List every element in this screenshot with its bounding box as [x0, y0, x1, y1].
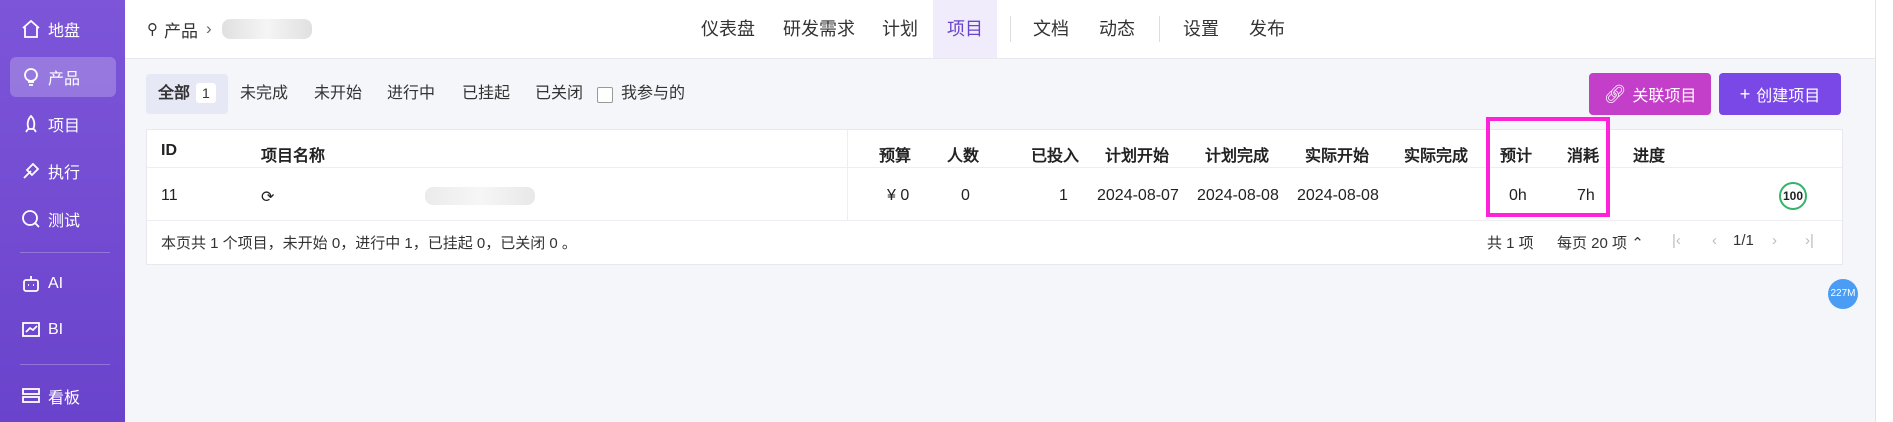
prev-page-icon[interactable]: ‹: [1712, 232, 1717, 249]
nav-divider: [1159, 16, 1160, 42]
highlight-box: [1486, 117, 1610, 217]
filter-all-count: 1: [196, 83, 216, 103]
nav-settings[interactable]: 设置: [1183, 0, 1219, 58]
board-icon: [20, 385, 42, 407]
header-plan-finish[interactable]: 计划完成: [1205, 142, 1269, 166]
chart-icon: [20, 319, 42, 341]
nav-release[interactable]: 发布: [1249, 0, 1285, 58]
cell-people: 0: [961, 187, 970, 204]
filter-all-label: 全部: [158, 85, 191, 102]
breadcrumb: ⚲ 产品 ›: [147, 0, 312, 58]
last-page-icon[interactable]: ›|: [1805, 232, 1814, 249]
test-icon: [20, 208, 42, 230]
my-joined-checkbox[interactable]: [597, 87, 613, 103]
sidebar-item-label: BI: [48, 321, 64, 338]
sidebar-item-label: 项目: [48, 118, 81, 135]
filter-in-progress[interactable]: 进行中: [387, 74, 435, 114]
cell-plan-start: 2024-08-07: [1097, 187, 1179, 204]
filter-incomplete[interactable]: 未完成: [240, 74, 288, 114]
header-actual-finish[interactable]: 实际完成: [1404, 142, 1468, 166]
sidebar-item-label: 执行: [48, 165, 81, 182]
filter-closed[interactable]: 已关闭: [535, 74, 583, 114]
nav-project[interactable]: 项目: [933, 0, 997, 58]
sidebar-item-label: AI: [48, 275, 64, 292]
plus-icon: +: [1739, 83, 1751, 104]
bulb-icon: [20, 66, 42, 88]
right-toolbar: [1875, 0, 1893, 422]
recycle-icon: ⟳: [261, 189, 275, 206]
link-project-label: 关联项目: [1632, 88, 1697, 105]
link-icon: 🔗︎: [1603, 83, 1627, 104]
first-page-icon[interactable]: |‹: [1672, 232, 1681, 249]
progress-ring: 100: [1779, 182, 1807, 210]
filter-all[interactable]: 全部 1: [146, 74, 228, 114]
rocket-icon: [20, 113, 42, 135]
per-page-select[interactable]: 每页 20 项 ⌃: [1557, 232, 1644, 253]
sidebar-item-label: 产品: [48, 71, 81, 88]
breadcrumb-product[interactable]: 产品: [164, 17, 198, 42]
page-indicator: 1/1: [1733, 232, 1754, 249]
sidebar-item-product[interactable]: 产品: [10, 57, 116, 97]
top-bar: ⚲ 产品 › 仪表盘 研发需求 计划 项目 文档 动态 设置 发布 + A: [125, 0, 1893, 59]
sidebar: 地盘 产品 项目 执行 测试 AI BI 看板: [0, 0, 125, 422]
cell-id: 11: [161, 187, 178, 204]
launch-icon: [20, 160, 42, 182]
nav-plan[interactable]: 计划: [882, 0, 918, 58]
header-budget[interactable]: 预算: [879, 142, 911, 166]
filter-not-started[interactable]: 未开始: [314, 74, 362, 114]
sidebar-item-bi[interactable]: BI: [10, 310, 116, 350]
create-project-label: 创建项目: [1756, 88, 1821, 105]
per-page-label: 每页 20 项: [1557, 235, 1628, 252]
filter-my-joined-label[interactable]: 我参与的: [621, 74, 685, 114]
sidebar-item-label: 看板: [48, 390, 81, 407]
pager-total: 共 1 项: [1487, 235, 1534, 252]
nav-dashboard[interactable]: 仪表盘: [701, 0, 755, 58]
header-people[interactable]: 人数: [947, 142, 979, 166]
header-progress[interactable]: 进度: [1633, 142, 1665, 166]
header-name[interactable]: 项目名称: [261, 142, 325, 166]
header-invested[interactable]: 已投入: [1031, 142, 1079, 166]
table-summary: 本页共 1 个项目，未开始 0，进行中 1，已挂起 0，已关闭 0 。: [161, 235, 577, 252]
sidebar-item-test[interactable]: 测试: [10, 199, 116, 239]
next-page-icon[interactable]: ›: [1772, 232, 1777, 249]
breadcrumb-separator: ›: [206, 19, 212, 38]
sidebar-item-label: 测试: [48, 213, 81, 230]
header-id[interactable]: ID: [161, 142, 177, 160]
nav-requirements[interactable]: 研发需求: [783, 0, 855, 58]
sidebar-item-label: 地盘: [48, 23, 81, 40]
robot-icon: [20, 273, 42, 295]
sidebar-item-dashboard[interactable]: 地盘: [10, 9, 116, 49]
sidebar-item-project[interactable]: 项目: [10, 104, 116, 144]
filter-suspended[interactable]: 已挂起: [462, 74, 510, 114]
sidebar-item-board[interactable]: 看板: [10, 376, 116, 416]
cell-invested: 1: [1059, 187, 1068, 204]
chevron-up-icon: ⌃: [1631, 235, 1644, 252]
sidebar-item-ai[interactable]: AI: [10, 264, 116, 304]
nav-docs[interactable]: 文档: [1033, 0, 1069, 58]
nav-dynamics[interactable]: 动态: [1099, 0, 1135, 58]
bulb-icon: ⚲: [147, 21, 158, 38]
sidebar-divider: [20, 364, 110, 365]
column-divider: [847, 130, 848, 220]
create-project-button[interactable]: + 创建项目: [1719, 73, 1841, 115]
home-icon: [20, 18, 42, 40]
header-plan-start[interactable]: 计划开始: [1105, 142, 1169, 166]
memory-badge[interactable]: 227M: [1828, 279, 1858, 309]
header-actual-start[interactable]: 实际开始: [1305, 142, 1369, 166]
link-project-button[interactable]: 🔗︎ 关联项目: [1589, 73, 1711, 115]
cell-actual-start: 2024-08-08: [1297, 187, 1379, 204]
cell-budget: ¥ 0: [887, 187, 910, 204]
sidebar-item-execution[interactable]: 执行: [10, 151, 116, 191]
row-divider: [147, 220, 1842, 221]
nav-divider: [1010, 16, 1011, 42]
cell-plan-finish: 2024-08-08: [1197, 187, 1279, 204]
project-name-blurred[interactable]: [425, 187, 535, 205]
breadcrumb-product-name-blurred[interactable]: [221, 19, 312, 39]
sidebar-divider: [20, 252, 110, 253]
